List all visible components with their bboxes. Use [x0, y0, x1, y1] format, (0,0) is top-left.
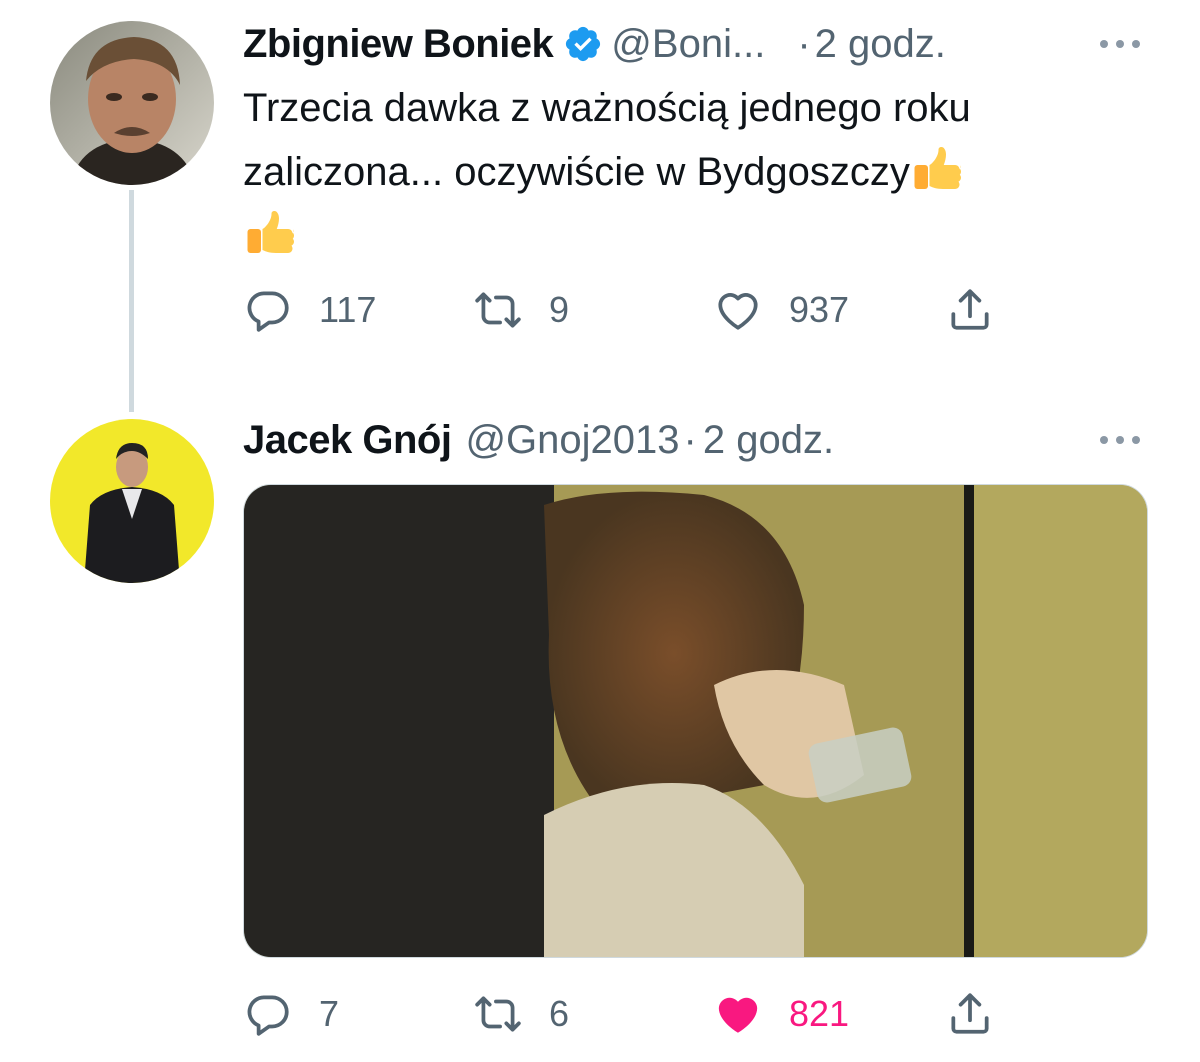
thumbs-up-emoji: [914, 147, 961, 189]
like-icon: [718, 293, 758, 330]
share-button[interactable]: [945, 280, 995, 340]
like-icon: [718, 997, 758, 1033]
thread-connector-line: [129, 190, 134, 412]
retweet-button[interactable]: 6: [473, 984, 569, 1044]
tweet-header: Zbigniew Boniek @Boni... · 2 godz.: [243, 19, 1148, 69]
retweet-button[interactable]: 9: [473, 280, 569, 340]
tweet-actions: 117 9 937: [243, 280, 1013, 340]
separator-dot: ·: [797, 21, 811, 66]
avatar-zbigniew-boniek[interactable]: [50, 21, 214, 185]
thumbs-up-emoji: [247, 211, 294, 253]
tweet-actions: 7 6 821: [243, 984, 1013, 1044]
author-name[interactable]: Zbigniew Boniek: [243, 22, 554, 67]
tweet-timestamp[interactable]: 2 godz.: [703, 418, 834, 463]
retweet-icon: [475, 292, 521, 328]
avatar-jacek-gnoj[interactable]: [50, 419, 214, 583]
retweet-icon: [475, 996, 521, 1032]
like-count: 937: [789, 289, 850, 330]
tweet-text: Trzecia dawka z ważnością jednego roku z…: [243, 76, 1143, 268]
share-button[interactable]: [945, 984, 995, 1044]
tweet-timestamp[interactable]: 2 godz.: [815, 22, 946, 67]
share-icon: [951, 993, 989, 1034]
like-button[interactable]: 937: [713, 280, 849, 340]
author-handle[interactable]: @Boni...: [611, 22, 765, 67]
more-icon[interactable]: [1092, 415, 1148, 465]
reply-icon: [247, 291, 289, 332]
reply-icon: [247, 995, 289, 1036]
like-button[interactable]: 821: [713, 984, 849, 1044]
reply-count: 7: [319, 993, 340, 1034]
reply-button[interactable]: 117: [243, 280, 376, 340]
author-handle[interactable]: @Gnoj2013: [465, 418, 679, 463]
tweet-body: Trzecia dawka z ważnością jednego roku z…: [243, 86, 971, 194]
retweet-count: 9: [549, 289, 570, 330]
separator-dot: ·: [683, 417, 697, 462]
tweet-header: Jacek Gnój @Gnoj2013 · 2 godz.: [243, 415, 1148, 465]
author-name[interactable]: Jacek Gnój: [243, 418, 452, 463]
tweet-photo[interactable]: [243, 484, 1148, 958]
share-icon: [951, 289, 989, 330]
reply-count: 117: [319, 289, 377, 330]
reply-button[interactable]: 7: [243, 984, 339, 1044]
like-count: 821: [789, 993, 850, 1034]
verified-badge-icon: [566, 26, 601, 62]
more-icon[interactable]: [1092, 19, 1148, 69]
retweet-count: 6: [549, 993, 570, 1034]
